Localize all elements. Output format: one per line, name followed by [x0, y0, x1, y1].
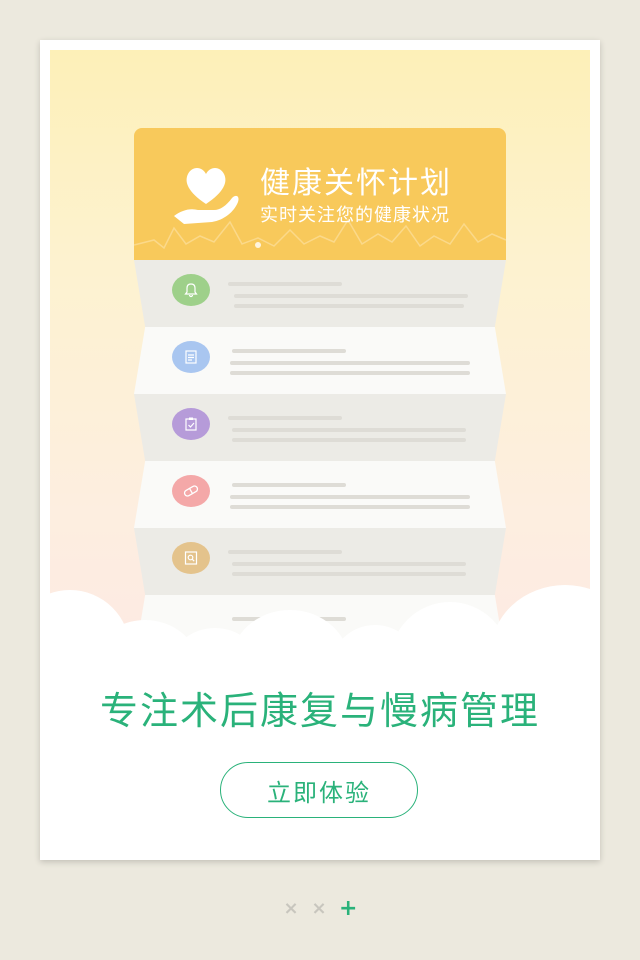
onboarding-card: 健康关怀计划 实时关注您的健康状况 专注术后康复与慢病管理 立即体验 [40, 40, 600, 860]
list-item [134, 260, 506, 327]
banner-indicator [255, 242, 261, 248]
list-item [134, 394, 506, 461]
try-now-button[interactable]: 立即体验 [220, 762, 418, 818]
banner-subtitle: 实时关注您的健康状况 [260, 205, 450, 226]
bell-icon [172, 274, 210, 306]
page-headline: 专注术后康复与慢病管理 [99, 689, 540, 733]
illustration: 健康关怀计划 实时关注您的健康状况 [50, 50, 590, 670]
banner-title: 健康关怀计划 [260, 166, 452, 201]
clipboard-check-icon [172, 408, 210, 440]
list-item [134, 528, 506, 595]
page-dot-1[interactable]: × [283, 899, 299, 919]
page-indicator: × × + [283, 898, 357, 920]
pill-icon [172, 475, 210, 507]
list-item [134, 327, 506, 394]
list-item [134, 461, 506, 528]
search-document-icon [172, 542, 210, 574]
page-dot-2[interactable]: × [311, 899, 327, 919]
heart-hand-icon [174, 168, 239, 224]
document-icon [172, 341, 210, 373]
page-dot-3-active[interactable]: + [339, 898, 357, 920]
health-plan-banner: 健康关怀计划 实时关注您的健康状况 [134, 128, 506, 260]
